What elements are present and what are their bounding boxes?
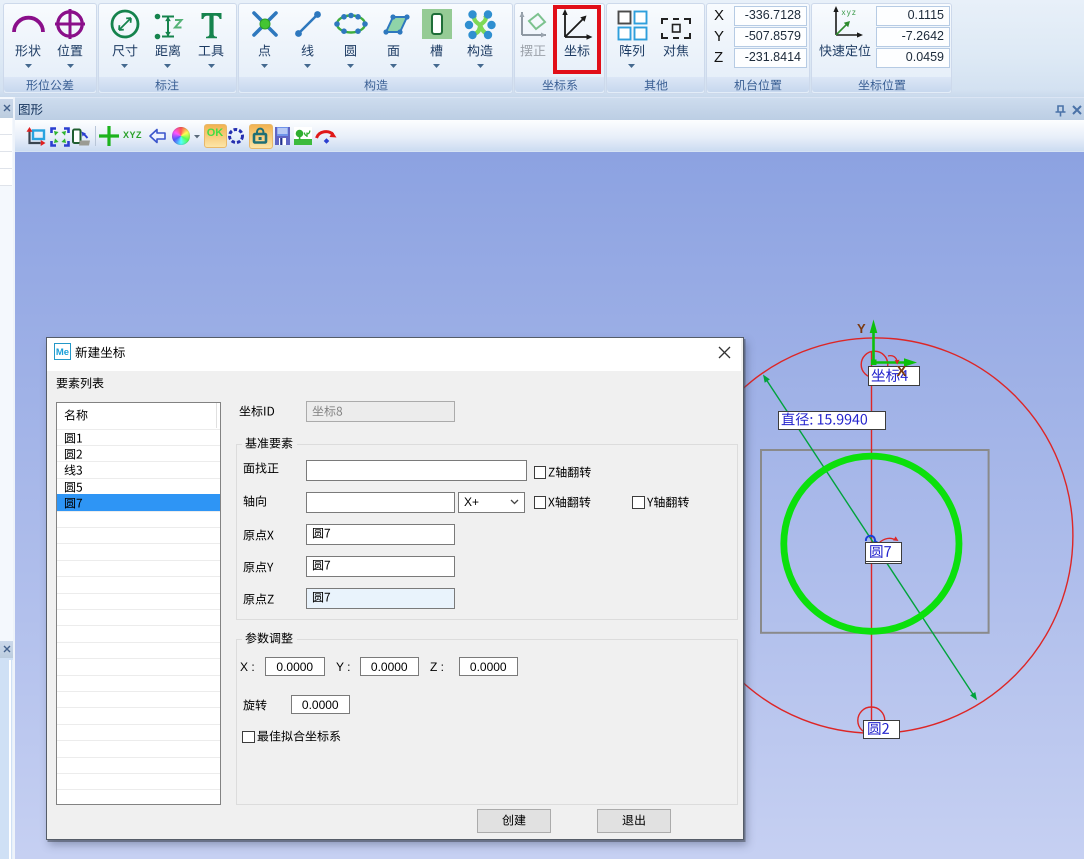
svg-text:xyz: xyz [842,8,858,17]
